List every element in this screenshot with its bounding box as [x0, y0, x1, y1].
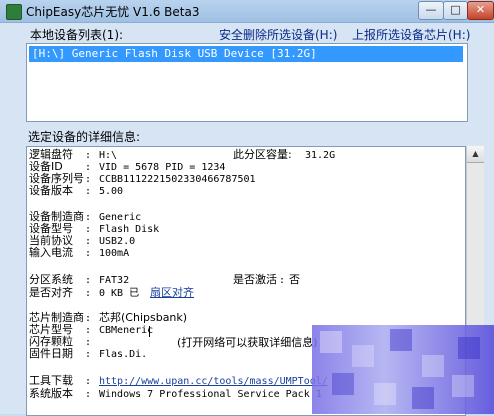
model-value: Flash Disk	[99, 224, 160, 235]
colon: :	[85, 150, 92, 161]
firmware-date-value: Flas.Di.	[99, 349, 148, 360]
version-value: 5.00	[99, 186, 124, 197]
scroll-up-arrow-icon[interactable]: ▲	[467, 146, 484, 163]
network-note: (打开网络可以获取详细信息)	[177, 336, 318, 349]
colon: :	[85, 389, 92, 400]
colon: :	[85, 224, 92, 235]
app-icon	[6, 4, 22, 20]
colon: :	[279, 275, 286, 286]
chip-vendor-value: 芯邦(Chipsbank)	[99, 311, 188, 324]
window-title: ChipEasy芯片无忧 V1.6 Beta3	[26, 5, 200, 19]
filesystem-value: FAT32	[99, 275, 130, 286]
maximize-button[interactable]: □	[443, 1, 468, 20]
text-cursor	[149, 325, 150, 337]
details-label: 选定设备的详细信息:	[28, 130, 141, 144]
system-version-label: 系统版本	[29, 387, 73, 400]
colon: :	[85, 248, 92, 259]
colon: :	[85, 288, 92, 299]
filesystem-label: 分区系统	[29, 273, 73, 286]
drive-letter-value: H:\	[99, 150, 118, 161]
activated-value: 否	[289, 273, 300, 286]
colon: :	[85, 162, 92, 173]
partition-capacity-value: 31.2G	[305, 150, 336, 161]
version-label: 设备版本	[29, 184, 73, 197]
colon: :	[85, 337, 92, 348]
minimize-button[interactable]: —	[418, 1, 444, 20]
activated-label: 是否激活	[233, 273, 277, 286]
colon: :	[85, 275, 92, 286]
tool-download-link[interactable]: http://www.upan.cc/tools/mass/UMPTool/	[99, 376, 328, 388]
colon: :	[85, 212, 92, 223]
safe-remove-link[interactable]: 安全删除所选设备(H:)	[219, 26, 337, 43]
sector-align-link[interactable]: 扇区对齐	[150, 287, 194, 299]
colon: :	[85, 236, 92, 247]
report-chip-link[interactable]: 上报所选设备芯片(H:)	[352, 26, 470, 43]
partition-capacity-label: 此分区容量:	[233, 148, 292, 161]
aligned-label: 是否对齐	[29, 286, 73, 299]
firmware-date-label: 固件日期	[29, 347, 73, 360]
aligned-value: 0 KB 已	[99, 288, 140, 299]
colon: :	[85, 313, 92, 324]
colon: :	[85, 186, 92, 197]
protocol-value: USB2.0	[99, 236, 136, 247]
colon: :	[85, 376, 92, 387]
title-bar: ChipEasy芯片无忧 V1.6 Beta3 — □ ✕	[0, 0, 494, 23]
chip-model-value: CBMeneric	[99, 325, 154, 336]
current-value: 100mA	[99, 248, 130, 259]
serial-value: CCBB1112221502330466787501	[99, 174, 256, 185]
system-version-value: Windows 7 Professional Service Pack 1	[99, 389, 322, 400]
device-list-label: 本地设备列表(1):	[30, 28, 124, 42]
desktop-overlay	[312, 325, 494, 414]
colon: :	[85, 325, 92, 336]
device-id-value: VID = 5678 PID = 1234	[99, 162, 226, 173]
manufacturer-value: Generic	[99, 212, 142, 223]
device-list-item[interactable]: [H:\] Generic Flash Disk USB Device [31.…	[29, 46, 463, 62]
colon: :	[85, 349, 92, 360]
tool-download-label: 工具下载	[29, 374, 73, 387]
current-label: 输入电流	[29, 246, 73, 259]
colon: :	[85, 174, 92, 185]
close-button[interactable]: ✕	[467, 1, 494, 20]
device-list[interactable]: [H:\] Generic Flash Disk USB Device [31.…	[26, 43, 468, 122]
